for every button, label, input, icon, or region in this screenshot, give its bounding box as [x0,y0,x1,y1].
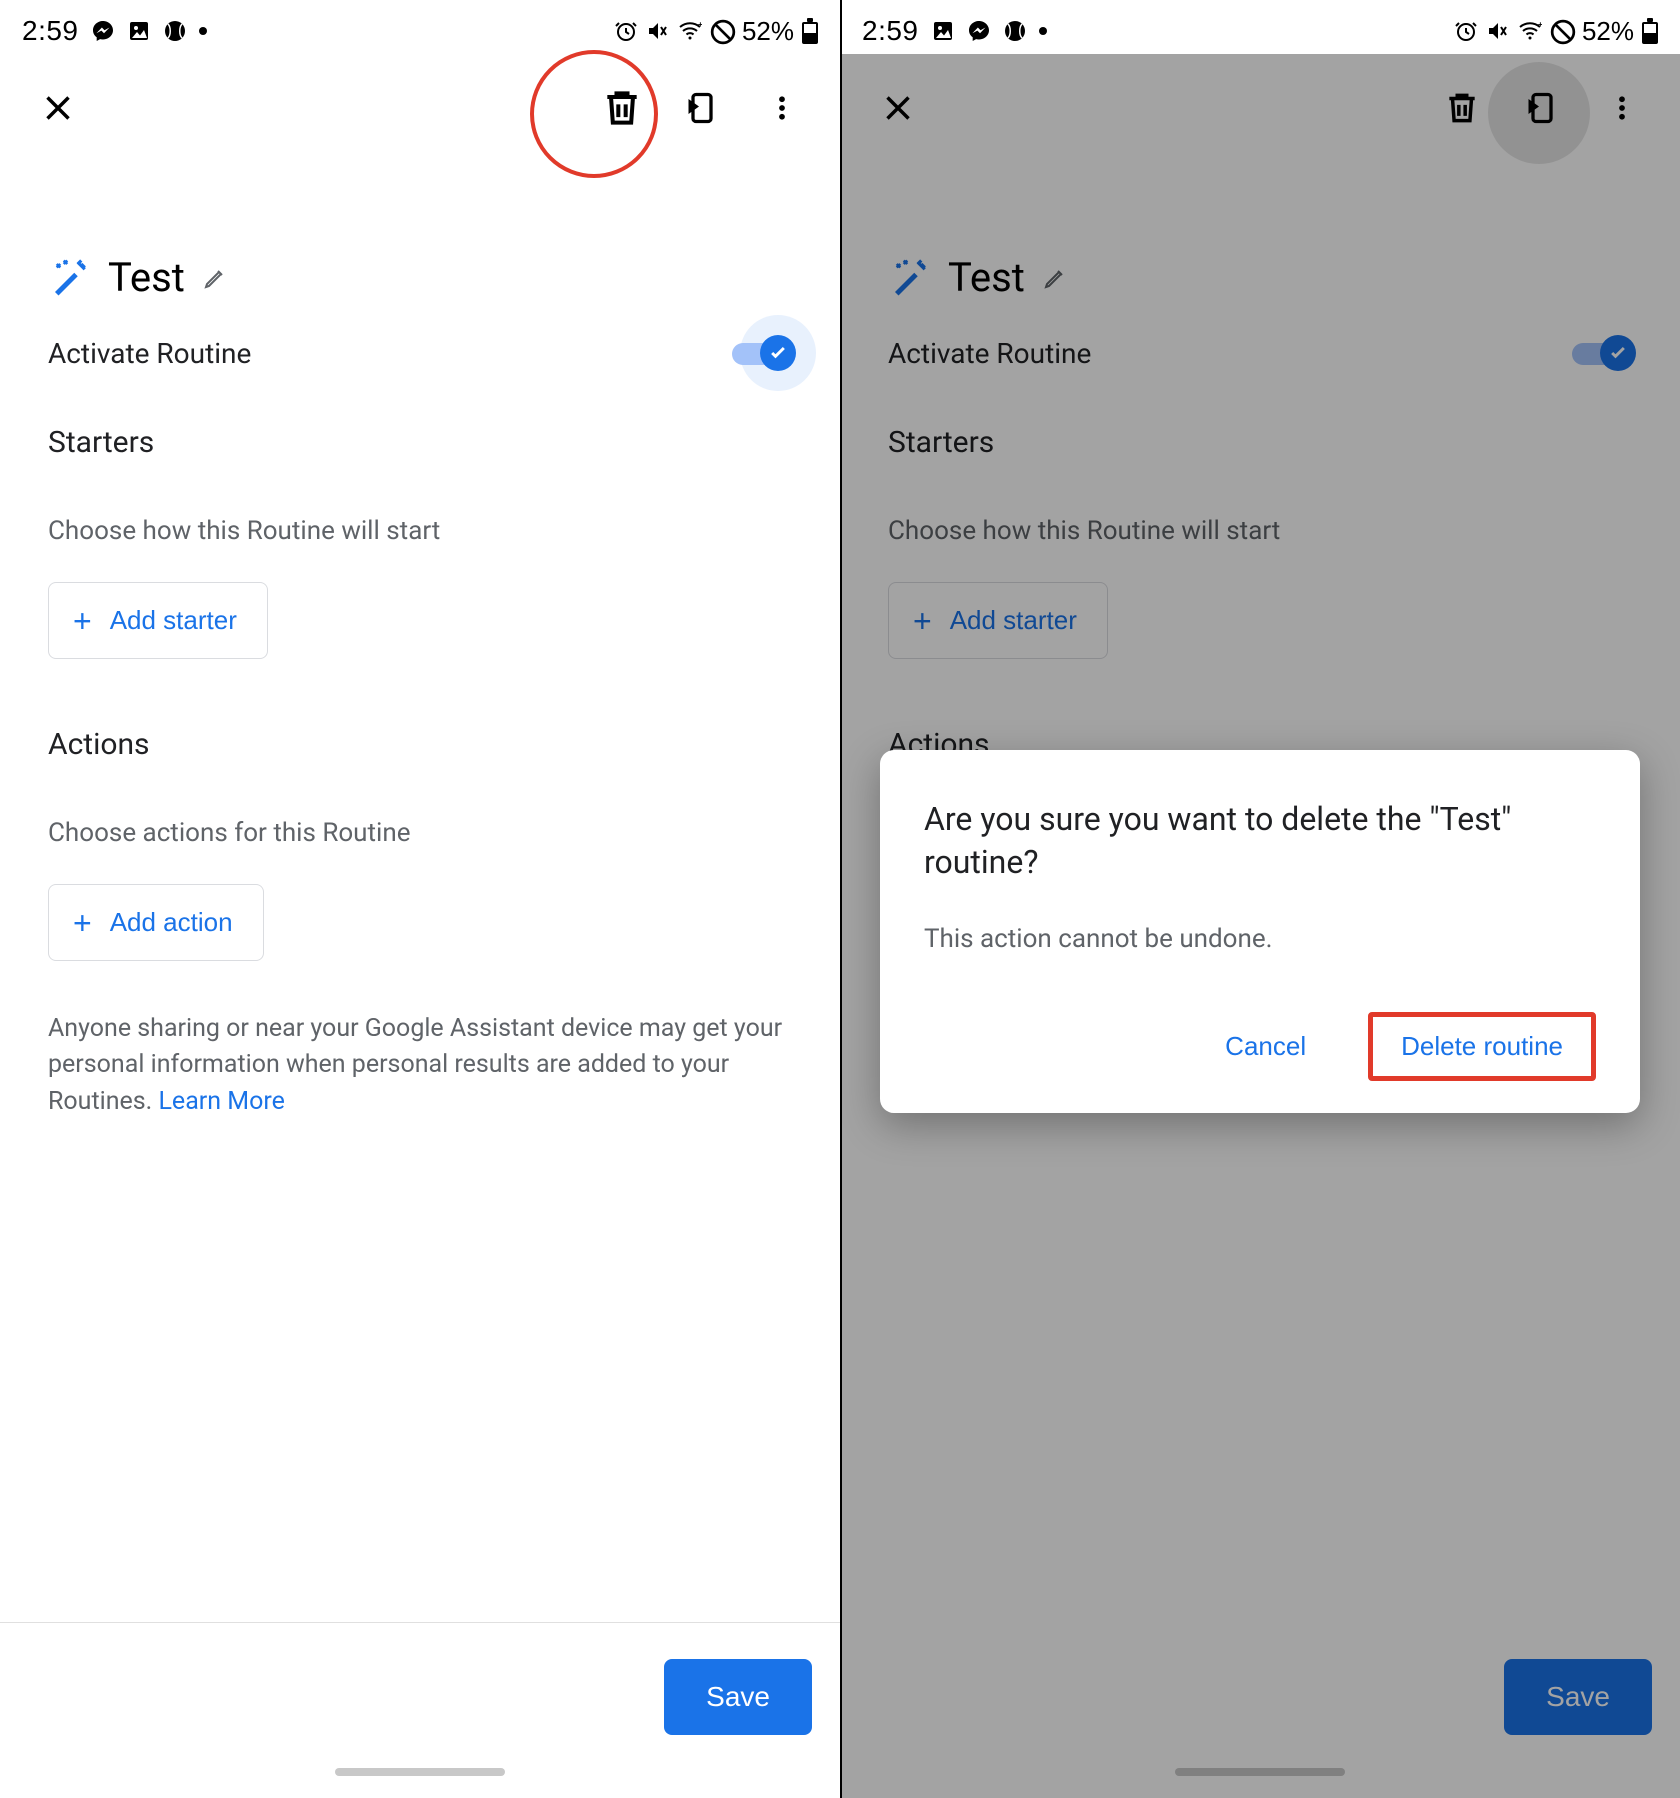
trash-icon [600,86,644,130]
battery-percent: 52% [742,16,794,47]
bottom-bar: Save [0,1622,840,1798]
phone-left: 2:59 + [0,0,840,1798]
mute-icon [646,19,670,43]
check-icon [768,343,788,363]
alarm-icon [614,19,638,43]
dialog-body: This action cannot be undone. [924,924,1596,954]
wifi-icon: + [1518,19,1542,43]
dialog-delete-button[interactable]: Delete routine [1368,1012,1596,1081]
battery-icon [1642,18,1658,44]
wifi-icon: + [678,19,702,43]
starters-subtext: Choose how this Routine will start [48,516,792,546]
delete-button[interactable] [592,78,652,138]
delete-dialog: Are you sure you want to delete the "Tes… [880,750,1640,1113]
mute-icon [1486,19,1510,43]
baseball-icon [163,19,187,43]
shortcut-button[interactable] [672,78,732,138]
status-bar: 2:59 + [840,0,1680,54]
activate-toggle[interactable] [732,335,792,371]
baseball-icon [1003,19,1027,43]
divider [840,0,842,1798]
save-button[interactable]: Save [664,1659,812,1735]
routine-title: Test [108,254,185,301]
shortcut-icon [684,90,720,126]
status-time: 2:59 [22,15,79,47]
activate-label: Activate Routine [48,337,251,370]
actions-subtext: Choose actions for this Routine [48,818,792,848]
overflow-button[interactable] [752,78,812,138]
svg-text:+: + [1538,20,1542,29]
phone-right: 2:59 + [840,0,1680,1798]
close-icon [40,90,76,126]
more-indicator [1039,27,1047,35]
image-icon [931,19,955,43]
dnd-icon [710,19,734,43]
image-icon [127,19,151,43]
more-indicator [199,27,207,35]
dialog-title: Are you sure you want to delete the "Tes… [924,798,1596,884]
alarm-icon [1454,19,1478,43]
toolbar [0,54,840,162]
pencil-icon [203,266,227,290]
battery-percent: 52% [1582,16,1634,47]
add-starter-label: Add starter [110,605,237,636]
dialog-cancel-button[interactable]: Cancel [1197,1012,1334,1081]
add-starter-button[interactable]: + Add starter [48,582,268,659]
learn-more-link[interactable]: Learn More [158,1087,284,1116]
disclaimer-text: Anyone sharing or near your Google Assis… [48,1011,792,1120]
messenger-icon [91,19,115,43]
add-action-label: Add action [110,907,233,938]
dnd-icon [1550,19,1574,43]
close-button[interactable] [28,78,88,138]
kebab-icon [767,93,797,123]
add-action-button[interactable]: + Add action [48,884,264,961]
status-bar: 2:59 + [0,0,840,54]
battery-icon [802,18,818,44]
actions-heading: Actions [48,727,792,762]
main-content: Test Activate Routine Starters Choose ho… [0,162,840,1798]
svg-text:+: + [698,20,702,29]
nav-indicator [335,1768,505,1776]
messenger-icon [967,19,991,43]
wand-icon [48,257,90,299]
edit-title-button[interactable] [203,266,227,290]
status-time: 2:59 [862,15,919,47]
plus-icon: + [73,913,92,933]
starters-heading: Starters [48,425,792,460]
plus-icon: + [73,611,92,631]
